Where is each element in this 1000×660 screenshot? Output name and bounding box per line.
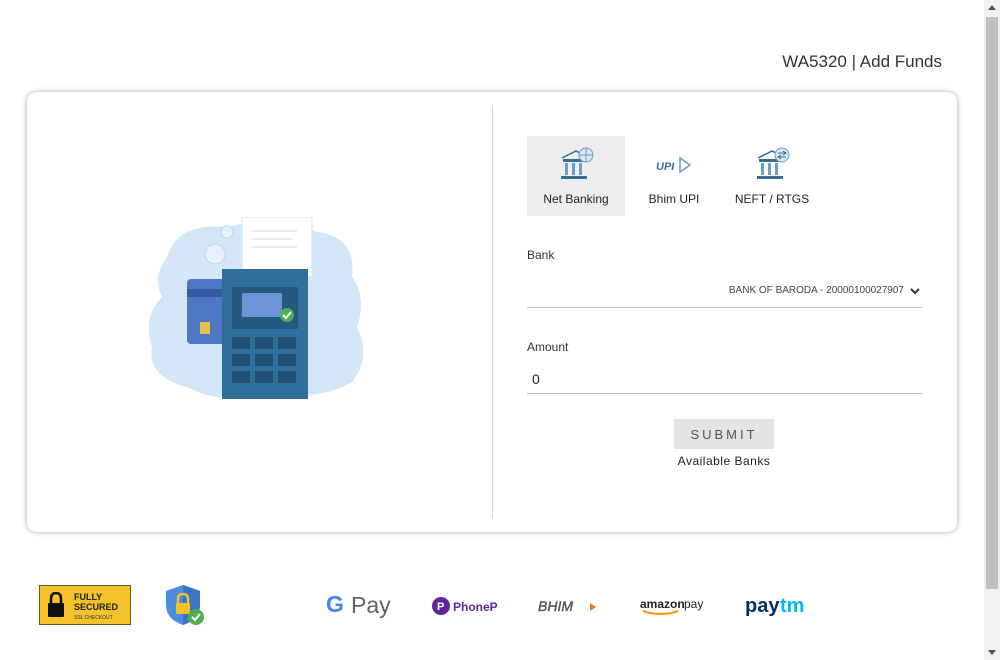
svg-text:BHIM: BHIM — [538, 598, 573, 614]
payment-terminal-illustration — [148, 217, 364, 399]
svg-text:PhonePe: PhonePe — [453, 600, 498, 614]
svg-text:pay: pay — [745, 595, 780, 617]
amazon-pay-logo-image: amazon pay — [640, 597, 703, 615]
security-shield-icon — [166, 585, 204, 625]
svg-text:Pay: Pay — [351, 592, 391, 618]
page-title: WA5320 | Add Funds — [782, 52, 942, 71]
paytm-logo: pay tm — [745, 593, 811, 622]
paytm-logo-image: pay tm — [745, 595, 804, 617]
scroll-down-arrow-icon[interactable] — [988, 650, 996, 655]
chevron-down-icon — [910, 287, 920, 294]
svg-text:UPI: UPI — [656, 161, 675, 173]
bank-transfer-icon — [757, 147, 790, 179]
svg-text:pay: pay — [684, 597, 703, 611]
svg-text:tm: tm — [780, 595, 804, 617]
bank-select[interactable]: BANK OF BARODA - 20000100027907 — [527, 274, 922, 308]
tab-neft-rtgs[interactable]: NEFT / RTGS — [723, 136, 821, 216]
tab-label: NEFT / RTGS — [734, 192, 810, 206]
submit-button[interactable]: SUBMIT — [674, 419, 774, 449]
svg-text:G: G — [326, 591, 344, 617]
tab-net-banking[interactable]: Net Banking — [527, 136, 625, 216]
amazon-pay-logo: amazon pay — [640, 595, 706, 622]
phonepe-logo: P PhonePe — [432, 596, 505, 621]
available-banks-link[interactable]: Available Banks — [647, 454, 801, 468]
tab-bhim-upi[interactable]: UPI Bhim UPI — [625, 136, 723, 216]
bank-globe-icon — [561, 147, 594, 179]
ssl-line3: SSL CHECKOUT — [74, 615, 113, 621]
gpay-logo: G Pay — [326, 591, 396, 624]
phonepe-logo-image: P PhonePe — [432, 597, 505, 615]
add-funds-card: Net Banking UPI Bhim UPI NEFT / RTGS Ban… — [27, 92, 957, 532]
lock-icon — [48, 592, 64, 617]
tab-label: Net Banking — [543, 192, 609, 206]
svg-text:P: P — [437, 601, 444, 613]
bhim-logo: BHIM — [536, 597, 600, 622]
ssl-secured-badge: FULLY SECURED SSL CHECKOUT — [39, 585, 131, 625]
gpay-logo-image: G Pay — [326, 591, 391, 618]
bank-select-value: BANK OF BARODA - 20000100027907 — [728, 285, 904, 296]
vertical-scrollbar[interactable] — [984, 0, 1000, 660]
amount-input[interactable] — [527, 364, 922, 394]
bhim-logo-image: BHIM — [538, 598, 596, 614]
footer-logos: FULLY SECURED SSL CHECKOUT G Pay P Phone… — [0, 575, 980, 645]
bank-label: Bank — [527, 248, 555, 262]
scroll-up-arrow-icon[interactable] — [988, 5, 996, 10]
scrollbar-thumb[interactable] — [986, 17, 998, 589]
ssl-line2: SECURED — [74, 602, 119, 612]
ssl-line1: FULLY — [74, 592, 103, 602]
card-divider — [492, 105, 493, 518]
tab-label: Bhim UPI — [648, 192, 700, 206]
payment-method-tabs: Net Banking UPI Bhim UPI NEFT / RTGS — [527, 136, 821, 216]
svg-text:amazon: amazon — [640, 597, 685, 611]
amount-label: Amount — [527, 340, 569, 354]
upi-logo-icon: UPI — [656, 156, 692, 174]
